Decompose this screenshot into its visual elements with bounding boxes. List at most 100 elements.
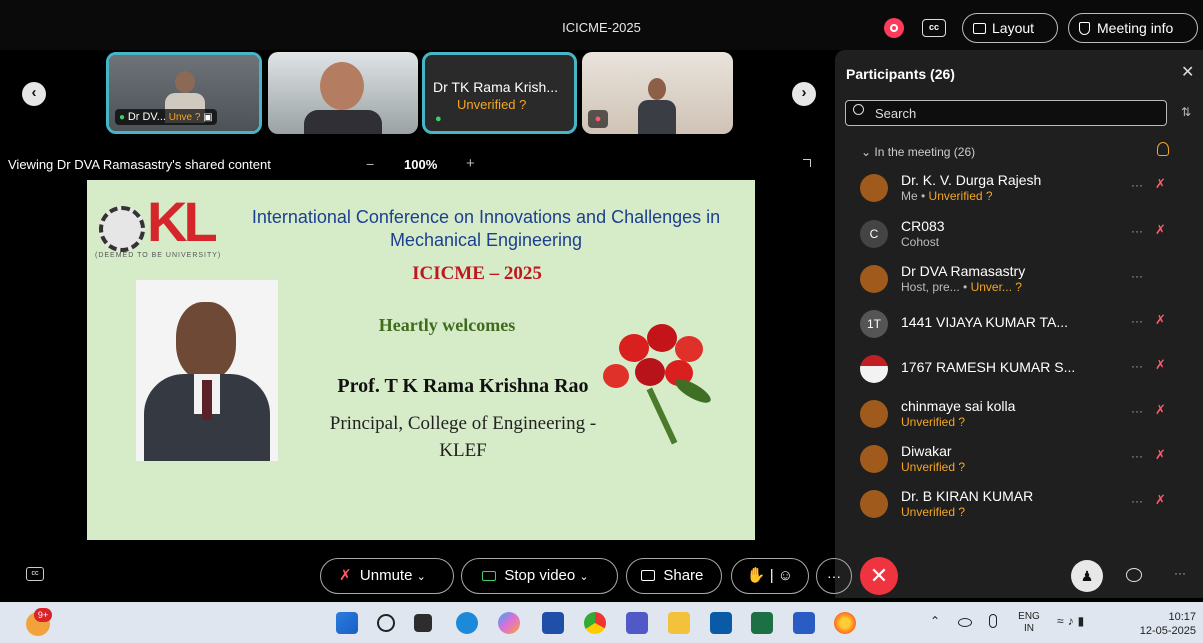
kl-logo-letters: KL xyxy=(147,190,218,253)
raise-hand-icon[interactable]: ✋ xyxy=(747,567,766,584)
more-options-icon[interactable]: ··· xyxy=(1131,494,1143,508)
mic-on-icon: ● xyxy=(435,113,442,125)
captions-icon[interactable]: cc xyxy=(26,567,44,581)
participant-row[interactable]: Diwakar Unverified ? ··· ✗ xyxy=(855,441,1185,481)
more-options-icon[interactable]: ··· xyxy=(1131,404,1143,418)
reactions-group[interactable]: ✋ | ☺ xyxy=(731,558,809,594)
unverified-users-icon[interactable] xyxy=(1157,142,1169,156)
participant-row[interactable]: Dr. K. V. Durga Rajesh Me • Unverified ?… xyxy=(855,170,1185,210)
meeting-info-button[interactable]: Meeting info xyxy=(1068,13,1198,43)
participant-body xyxy=(304,110,382,134)
video-tile-tk-rama-krishna[interactable]: Dr TK Rama Krish... Unverified ? ● xyxy=(422,52,577,134)
emoji-icon[interactable]: ☺ xyxy=(778,567,793,584)
unmute-button[interactable]: ✗ Unmute ⌄ xyxy=(320,558,454,594)
video-camera-icon xyxy=(482,571,496,581)
microphone-icon[interactable] xyxy=(989,614,997,628)
more-options-icon[interactable]: ··· xyxy=(1131,359,1143,373)
word-icon[interactable] xyxy=(793,612,815,634)
avatar: 1T xyxy=(860,310,888,338)
search-input[interactable]: Search xyxy=(845,100,1167,126)
mic-muted-icon[interactable]: ✗ xyxy=(1155,357,1169,373)
participants-button[interactable]: ♟ xyxy=(1071,560,1103,592)
participant-row[interactable]: Dr. B KIRAN KUMAR Unverified ? ··· ✗ xyxy=(855,486,1185,526)
shield-icon xyxy=(1079,22,1090,35)
filmstrip-prev-button[interactable]: ‹ xyxy=(22,82,46,106)
more-options-icon[interactable]: ··· xyxy=(1131,449,1143,463)
copilot-icon[interactable] xyxy=(498,612,520,634)
participant-row[interactable]: C CR083 Cohost ··· ✗ xyxy=(855,216,1185,256)
teams-icon[interactable] xyxy=(626,612,648,634)
search-icon xyxy=(853,104,864,115)
zoom-out-button[interactable]: − xyxy=(366,156,374,172)
chrome-icon[interactable] xyxy=(584,612,606,634)
person-icon xyxy=(860,265,888,293)
person-icon xyxy=(860,400,888,428)
recording-icon[interactable] xyxy=(884,18,904,38)
close-icon[interactable]: ✕ xyxy=(1181,62,1194,82)
stop-video-button[interactable]: Stop video ⌄ xyxy=(461,558,618,594)
more-options-icon[interactable]: ··· xyxy=(1131,269,1143,283)
person-icon xyxy=(860,174,888,202)
event-name: ICICME – 2025 xyxy=(412,263,542,284)
mic-muted-icon[interactable]: ✗ xyxy=(1155,312,1169,328)
more-options-icon[interactable]: ··· xyxy=(1131,178,1143,192)
search-icon[interactable] xyxy=(377,614,395,632)
layout-button[interactable]: Layout xyxy=(962,13,1058,43)
participant-row[interactable]: 1T 1441 VIJAYA KUMAR TA... ··· ✗ xyxy=(855,306,1185,346)
section-toggle[interactable]: ⌄ In the meeting (26) xyxy=(861,145,975,159)
chat-icon[interactable] xyxy=(1126,568,1142,582)
participant-body xyxy=(638,100,676,134)
person-icon xyxy=(860,445,888,473)
video-tile-participant-4[interactable]: ● xyxy=(582,52,733,134)
file-explorer-icon[interactable] xyxy=(668,612,690,634)
avatar: C xyxy=(860,220,888,248)
fullscreen-icon[interactable] xyxy=(802,158,812,168)
mic-muted-icon: ✗ xyxy=(339,567,352,584)
closed-captions-icon[interactable]: cc xyxy=(922,19,946,37)
video-tile-ramasastry[interactable]: ● Dr DV... Unve ? ▣ xyxy=(106,52,262,134)
excel-icon[interactable] xyxy=(751,612,773,634)
mic-muted-icon[interactable]: ✗ xyxy=(1155,402,1169,418)
sort-icon[interactable]: ⇅ xyxy=(1181,105,1191,119)
more-icon[interactable]: ··· xyxy=(1174,566,1186,580)
chevron-up-icon[interactable]: ⌃ xyxy=(930,614,940,628)
cloud-icon[interactable] xyxy=(958,618,972,627)
layout-icon xyxy=(973,23,986,34)
start-icon[interactable] xyxy=(336,612,358,634)
filmstrip-next-button[interactable]: › xyxy=(792,82,816,106)
participant-head xyxy=(648,78,666,100)
rose-bouquet-image xyxy=(599,320,735,450)
firefox-icon[interactable] xyxy=(834,612,856,634)
edge-icon[interactable] xyxy=(456,612,478,634)
panel-title: Participants (26) xyxy=(846,66,955,82)
mic-muted-icon[interactable]: ✗ xyxy=(1155,176,1169,192)
speaker-photo xyxy=(136,280,278,461)
task-view-icon[interactable] xyxy=(414,614,432,632)
participant-row[interactable]: chinmaye sai kolla Unverified ? ··· ✗ xyxy=(855,396,1185,436)
mic-muted-icon[interactable]: ✗ xyxy=(1155,492,1169,508)
chevron-down-icon: ⌄ xyxy=(416,571,426,583)
participant-row[interactable]: 1767 RAMESH KUMAR S... ··· ✗ xyxy=(855,351,1185,391)
tile-name-chip: ● Dr DV... Unve ? ▣ xyxy=(115,109,217,125)
dell-icon[interactable] xyxy=(710,612,732,634)
welcome-text: Heartly welcomes xyxy=(378,315,516,335)
share-button[interactable]: Share xyxy=(626,558,722,594)
more-options-button[interactable]: ··· xyxy=(816,558,852,594)
store-icon[interactable] xyxy=(542,612,564,634)
mic-muted-icon[interactable]: ✗ xyxy=(1155,222,1169,238)
help-icon: ? xyxy=(194,112,201,123)
help-icon: ? xyxy=(519,97,527,112)
network-volume-battery-icons[interactable]: ≈♪▮ xyxy=(1057,614,1088,628)
more-options-icon[interactable]: ··· xyxy=(1131,224,1143,238)
more-options-icon[interactable]: ··· xyxy=(1131,314,1143,328)
participant-row[interactable]: Dr DVA Ramasastry Host, pre... • Unver..… xyxy=(855,261,1185,301)
mic-muted-icon[interactable]: ✗ xyxy=(1155,447,1169,463)
help-icon: ? xyxy=(985,189,993,203)
video-tile-participant-2[interactable] xyxy=(268,52,418,134)
language-indicator[interactable]: ENG IN xyxy=(1016,611,1042,635)
help-icon: ? xyxy=(1015,280,1022,294)
zoom-in-button[interactable]: + xyxy=(466,155,475,172)
clock[interactable]: 10:17 12-05-2025 xyxy=(1130,610,1196,638)
end-call-button[interactable]: ✕ xyxy=(860,557,898,595)
zoom-level: 100% xyxy=(404,157,438,172)
